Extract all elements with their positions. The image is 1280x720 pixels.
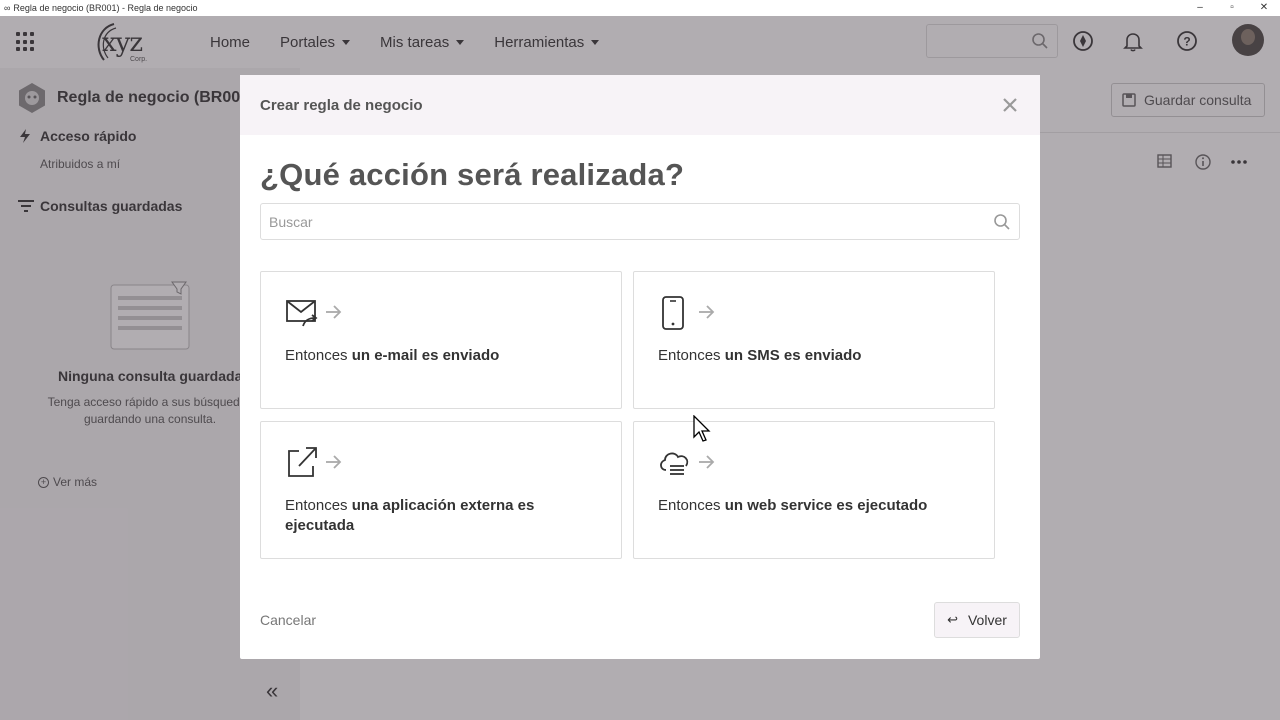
action-search: [260, 203, 1020, 240]
cloud-service-icon: [660, 452, 689, 475]
action-card-web-service-text: Entonces un web service es ejecutado: [658, 496, 978, 516]
app-window-icon: ∞: [4, 3, 11, 13]
action-card-web-service[interactable]: Entonces un web service es ejecutado: [633, 421, 995, 559]
action-card-sms-text: Entonces un SMS es enviado: [658, 346, 978, 366]
modal-heading: ¿Qué acción será realizada?: [260, 157, 685, 192]
back-arrow-icon: ↩: [947, 612, 958, 627]
window-title: Regla de negocio (BR001) - Regla de nego…: [13, 3, 198, 13]
arrow-right-icon: [326, 305, 342, 319]
card-action: un e-mail es enviado: [351, 347, 500, 364]
card-action: un web service es ejecutado: [724, 497, 928, 514]
action-card-external-app[interactable]: Entonces una aplicación externa es ejecu…: [260, 421, 622, 559]
close-window-icon[interactable]: ✕: [1248, 0, 1280, 16]
window-titlebar: ∞ Regla de negocio (BR001) - Regla de ne…: [0, 0, 1280, 16]
external-link-icon: [288, 447, 317, 477]
email-send-icon: [286, 300, 318, 327]
back-button[interactable]: ↩ Volver: [934, 602, 1020, 638]
action-card-external-app-text: Entonces una aplicación externa es ejecu…: [285, 496, 605, 536]
close-icon[interactable]: [1000, 95, 1020, 115]
mobile-phone-icon: [662, 296, 684, 330]
action-search-input[interactable]: [261, 204, 961, 239]
arrow-right-icon: [699, 305, 715, 319]
modal-header: Crear regla de negocio: [240, 75, 1040, 135]
card-prefix: Entonces: [285, 497, 348, 514]
action-card-email[interactable]: Entonces un e-mail es enviado: [260, 271, 622, 409]
arrow-right-icon: [699, 455, 715, 469]
action-card-email-text: Entonces un e-mail es enviado: [285, 346, 605, 366]
cancel-button[interactable]: Cancelar: [260, 612, 316, 628]
window-controls: – ▫ ✕: [1184, 0, 1280, 16]
card-action: un SMS es enviado: [724, 347, 862, 364]
search-icon[interactable]: [993, 213, 1011, 231]
card-prefix: Entonces: [658, 497, 721, 514]
arrow-right-icon: [326, 455, 342, 469]
card-prefix: Entonces: [285, 347, 348, 364]
mouse-cursor-icon: [693, 415, 711, 442]
minimize-icon[interactable]: –: [1184, 0, 1216, 16]
modal-title: Crear regla de negocio: [260, 97, 423, 114]
card-prefix: Entonces: [658, 347, 721, 364]
action-card-sms[interactable]: Entonces un SMS es enviado: [633, 271, 995, 409]
restore-icon[interactable]: ▫: [1216, 0, 1248, 16]
back-button-label: Volver: [967, 612, 1007, 628]
create-business-rule-modal: Crear regla de negocio ¿Qué acción será …: [240, 75, 1040, 659]
